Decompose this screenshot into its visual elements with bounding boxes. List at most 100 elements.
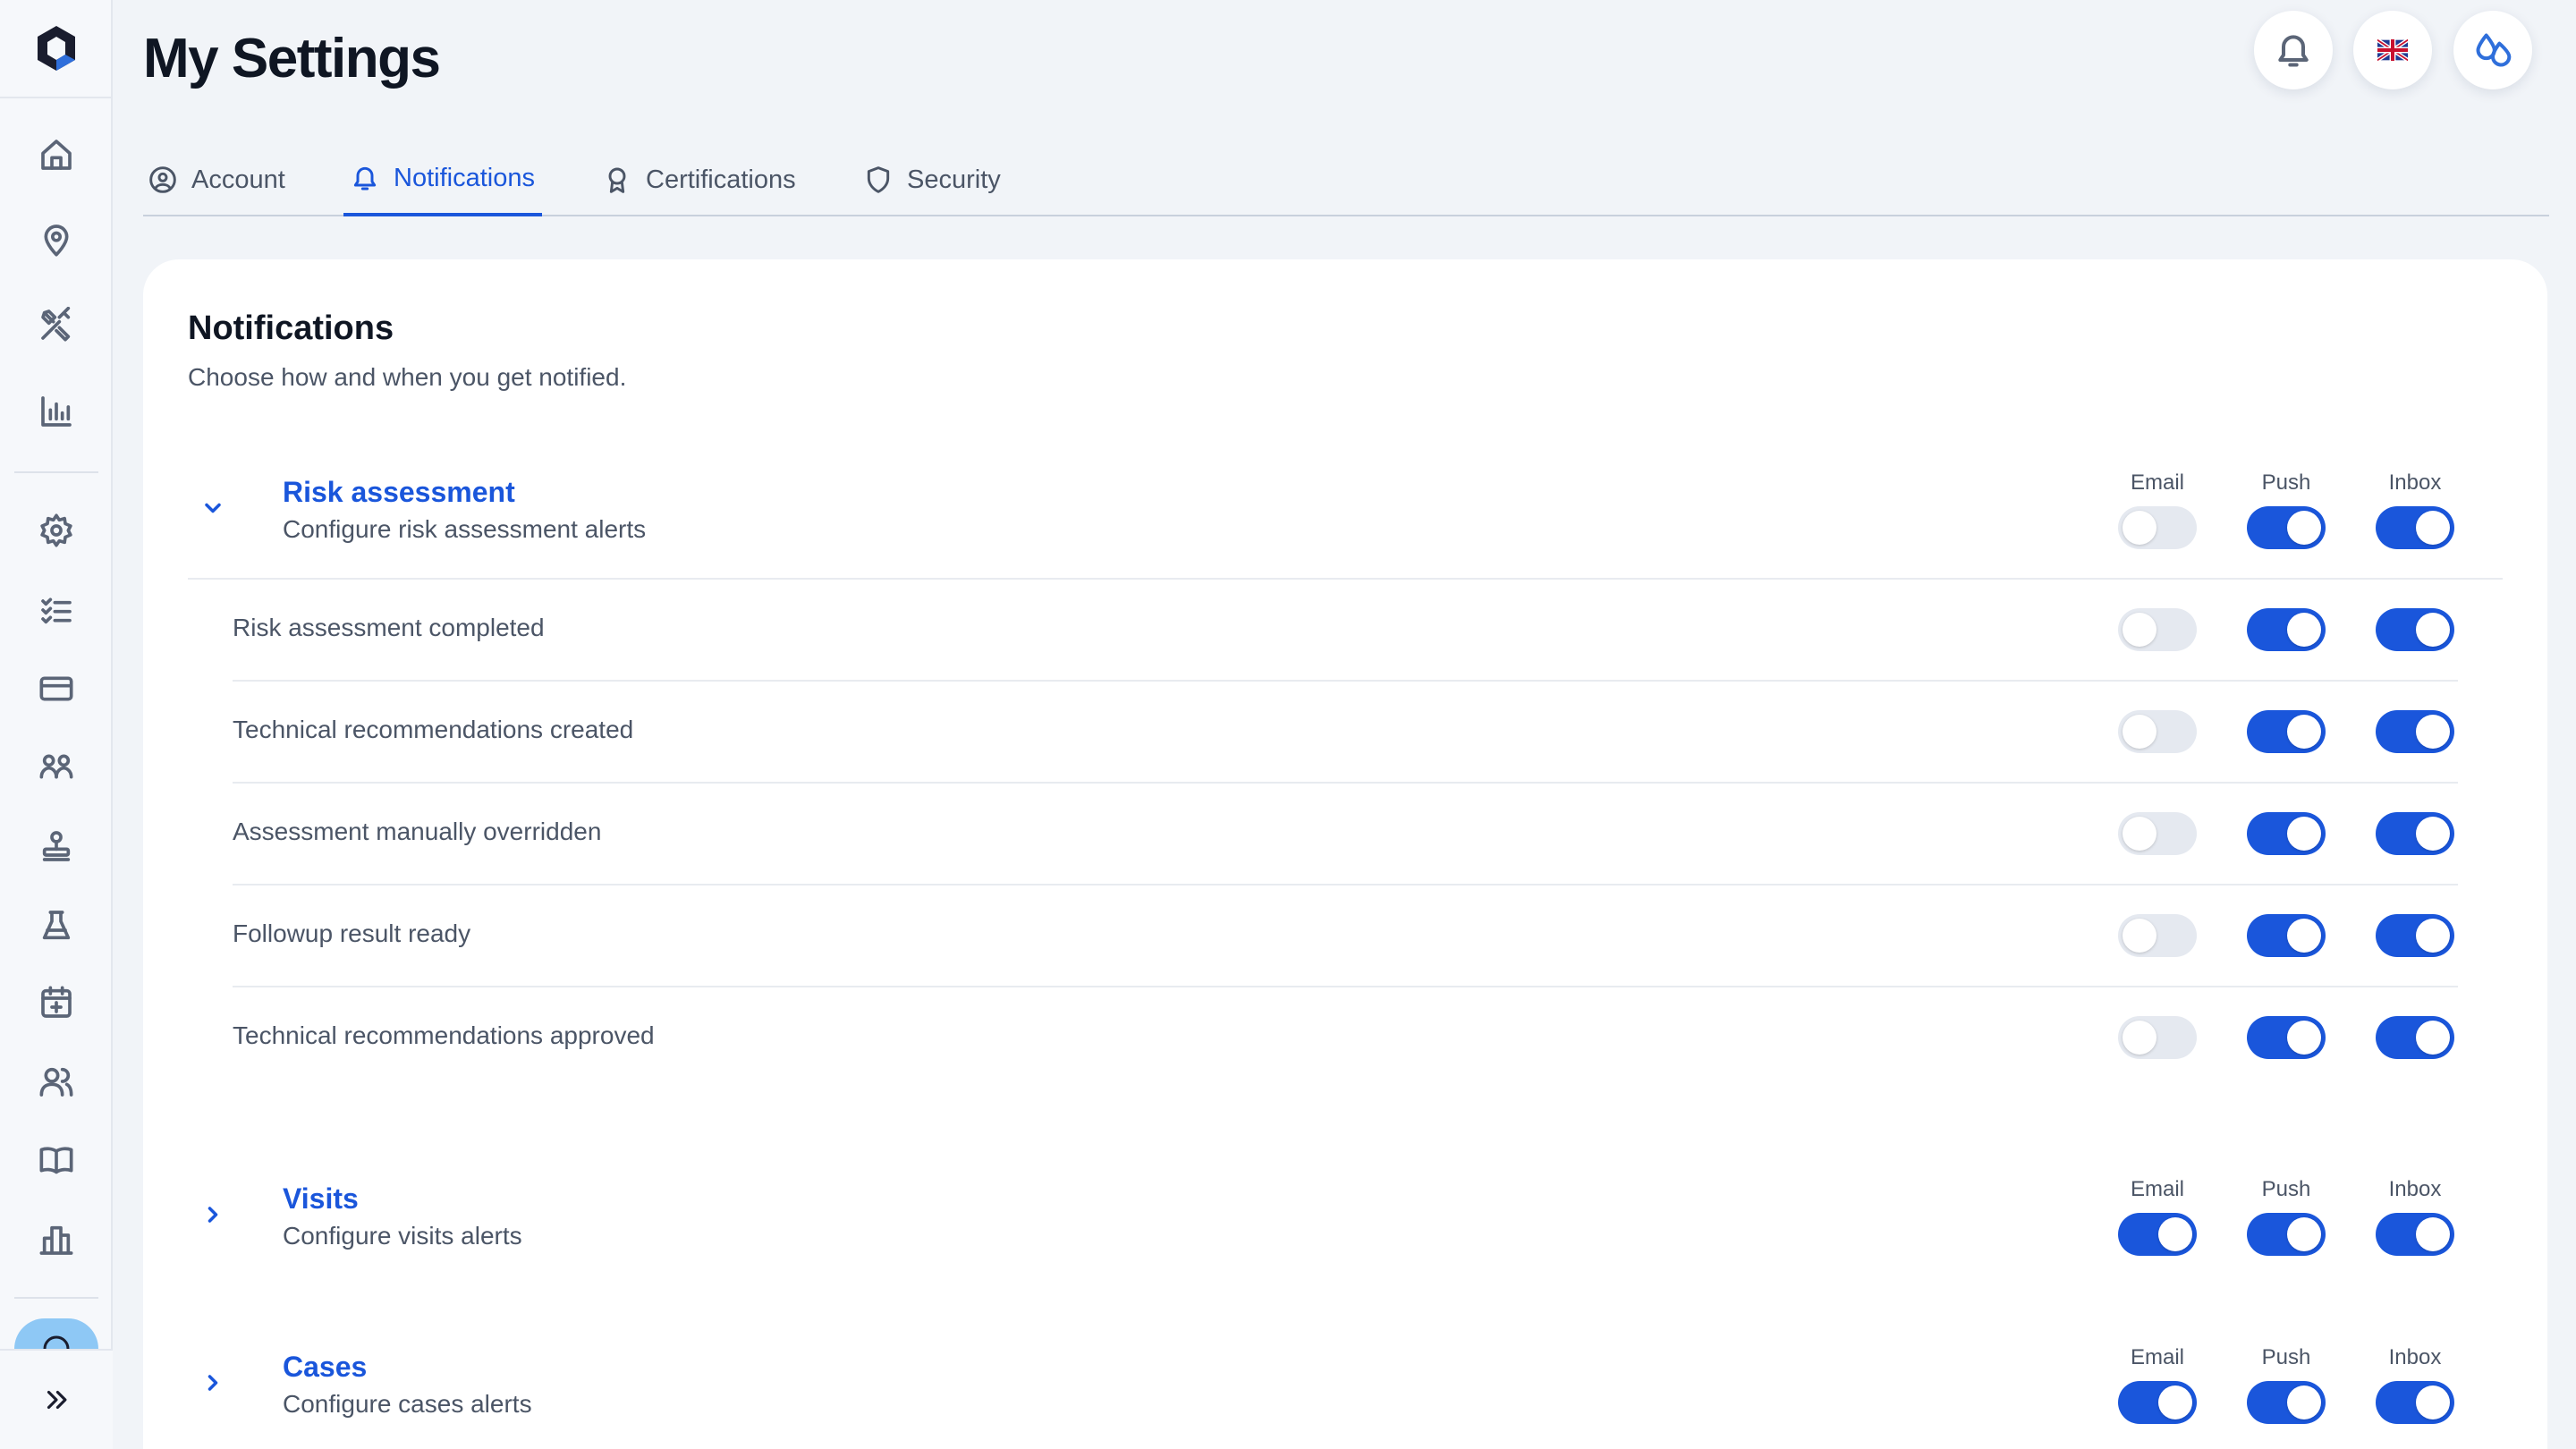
toggle-knob (2123, 511, 2157, 545)
language-button[interactable] (2353, 11, 2432, 89)
expand-toggle[interactable] (197, 1199, 229, 1231)
push-toggle[interactable] (2247, 1213, 2326, 1256)
push-toggle[interactable] (2247, 1016, 2326, 1059)
notifications-button[interactable] (2254, 11, 2333, 89)
toggle-knob (2416, 1385, 2450, 1419)
toggle-knob (2123, 1021, 2157, 1055)
email-toggle[interactable] (2118, 710, 2197, 753)
toggle-knob (2123, 613, 2157, 647)
sidebar (0, 0, 113, 1449)
group-title-risk-assessment[interactable]: Risk assessment (283, 476, 515, 509)
chat-icon (43, 1335, 70, 1349)
stamp-icon[interactable] (35, 825, 78, 868)
settings-tabs: Account Notifications Certifications Sec… (143, 143, 2549, 216)
inbox-toggle[interactable] (2376, 608, 2454, 651)
group-title-visits[interactable]: Visits (283, 1182, 359, 1216)
push-toggle[interactable] (2247, 1381, 2326, 1424)
shield-icon (867, 166, 890, 193)
column-label-push: Push (2261, 1345, 2311, 1369)
inbox-toggle[interactable] (2376, 1016, 2454, 1059)
chevron-down-icon (205, 503, 221, 513)
building-chart-icon[interactable] (35, 1218, 78, 1261)
push-toggle[interactable] (2247, 812, 2326, 855)
inbox-toggle[interactable] (2376, 1213, 2454, 1256)
divider (233, 986, 2458, 987)
group-subtitle: Configure cases alerts (283, 1390, 532, 1418)
home-icon[interactable] (35, 133, 78, 176)
inbox-toggle[interactable] (2376, 506, 2454, 549)
toggle-knob (2416, 1021, 2450, 1055)
email-toggle[interactable] (2118, 812, 2197, 855)
checklist-icon[interactable] (35, 589, 78, 631)
bell-icon (2278, 35, 2309, 67)
water-drops-icon (2476, 33, 2512, 67)
row-label: Assessment manually overridden (233, 818, 602, 845)
logo-icon (38, 26, 75, 71)
push-toggle[interactable] (2247, 914, 2326, 957)
inbox-toggle[interactable] (2376, 710, 2454, 753)
double-chevron-right-icon (47, 1390, 67, 1410)
inbox-toggle[interactable] (2376, 1381, 2454, 1424)
gear-icon[interactable] (35, 509, 78, 552)
tab-label: Account (191, 165, 285, 194)
tab-security[interactable]: Security (864, 143, 1001, 216)
water-drop-button[interactable] (2453, 11, 2532, 89)
tools-icon[interactable] (35, 303, 78, 346)
push-toggle[interactable] (2247, 506, 2326, 549)
users-icon[interactable] (35, 1060, 78, 1103)
app-logo[interactable] (0, 0, 113, 98)
email-toggle[interactable] (2118, 506, 2197, 549)
credit-card-icon[interactable] (35, 667, 78, 710)
toggle-knob (2416, 613, 2450, 647)
flask-icon[interactable] (35, 904, 78, 947)
column-label-email: Email (2130, 1177, 2184, 1201)
card-subtitle: Choose how and when you get notified. (188, 363, 627, 391)
tab-certifications[interactable]: Certifications (603, 143, 796, 216)
collapse-toggle[interactable] (197, 492, 229, 524)
bell-icon (353, 166, 377, 191)
push-toggle[interactable] (2247, 608, 2326, 651)
sidebar-divider (14, 1297, 98, 1299)
inbox-toggle[interactable] (2376, 812, 2454, 855)
group-title-cases[interactable]: Cases (283, 1351, 367, 1384)
toggle-knob (2416, 1217, 2450, 1251)
toggle-knob (2416, 817, 2450, 851)
chat-launcher[interactable] (14, 1318, 98, 1349)
email-toggle[interactable] (2118, 1016, 2197, 1059)
toggle-knob (2287, 1385, 2321, 1419)
toggle-knob (2123, 715, 2157, 749)
divider (233, 782, 2458, 784)
chevron-right-icon (208, 1375, 218, 1391)
toggle-knob (2416, 919, 2450, 953)
column-label-email: Email (2130, 470, 2184, 495)
toggle-knob (2123, 919, 2157, 953)
groups-icon[interactable] (35, 745, 78, 788)
expand-toggle[interactable] (197, 1367, 229, 1399)
inbox-toggle[interactable] (2376, 914, 2454, 957)
user-circle-icon (149, 166, 176, 193)
book-icon[interactable] (35, 1139, 78, 1182)
map-pin-icon[interactable] (35, 218, 78, 261)
tab-label: Notifications (394, 163, 535, 192)
bar-chart-icon[interactable] (35, 390, 78, 433)
chevron-right-icon (208, 1207, 218, 1223)
tab-account[interactable]: Account (148, 143, 285, 216)
push-toggle[interactable] (2247, 710, 2326, 753)
column-label-inbox: Inbox (2388, 1177, 2442, 1201)
divider (233, 884, 2458, 886)
toggle-knob (2416, 715, 2450, 749)
sidebar-expand-button[interactable] (0, 1349, 113, 1449)
group-subtitle: Configure visits alerts (283, 1222, 522, 1250)
email-toggle[interactable] (2118, 608, 2197, 651)
email-toggle[interactable] (2118, 1213, 2197, 1256)
toggle-knob (2416, 511, 2450, 545)
toggle-knob (2287, 919, 2321, 953)
email-toggle[interactable] (2118, 1381, 2197, 1424)
tab-notifications[interactable]: Notifications (343, 143, 542, 216)
award-icon (608, 167, 626, 193)
email-toggle[interactable] (2118, 914, 2197, 957)
toggle-knob (2158, 1217, 2192, 1251)
calendar-plus-icon[interactable] (35, 981, 78, 1024)
toggle-knob (2158, 1385, 2192, 1419)
toggle-knob (2287, 1217, 2321, 1251)
